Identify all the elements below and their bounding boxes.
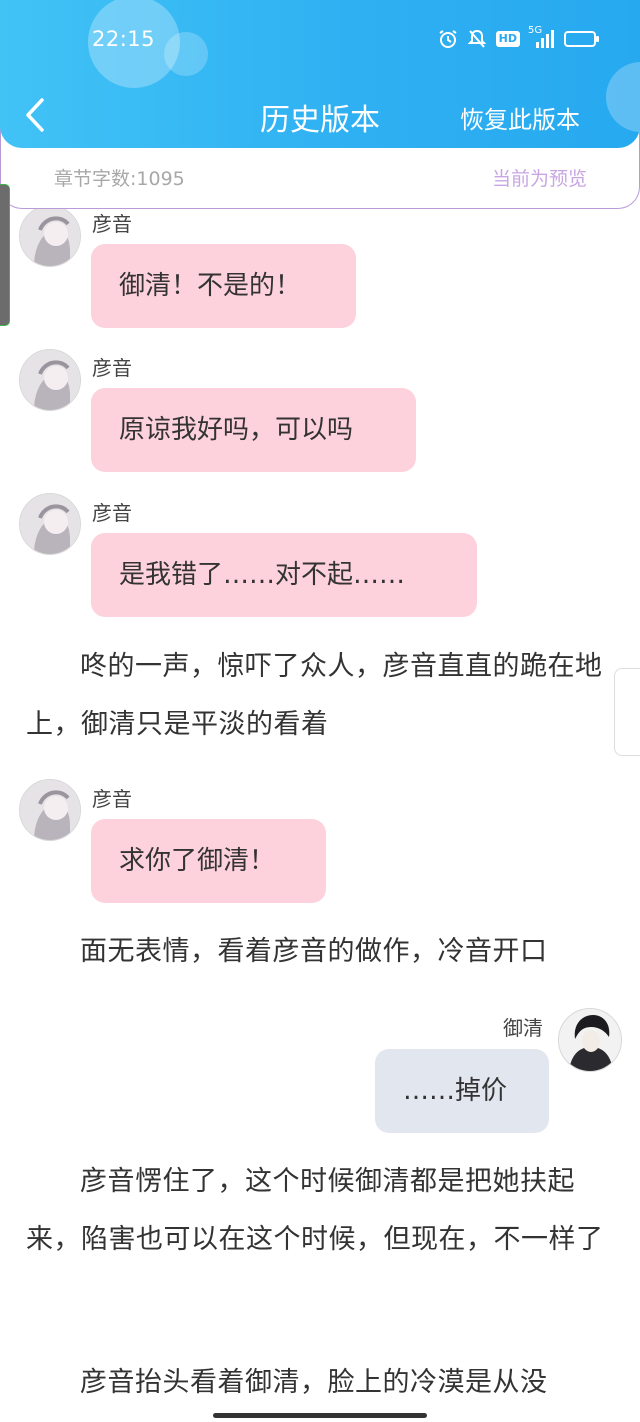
avatar-yanyin[interactable] <box>19 349 81 411</box>
avatar-yanyin[interactable] <box>19 493 81 555</box>
home-indicator[interactable] <box>213 1413 427 1418</box>
avatar-yanyin[interactable] <box>19 205 81 267</box>
chat-bubble: 原谅我好吗，可以吗 <box>91 388 416 472</box>
battery-icon <box>564 29 600 49</box>
status-icons: HD 5G <box>438 25 600 49</box>
narration-paragraph: 咚的一声，惊吓了众人，彦音直直的跪在地上，御清只是平淡的看着 <box>26 651 603 740</box>
chat-bubble: 是我错了……对不起…… <box>91 533 477 617</box>
avatar-yanyin[interactable] <box>19 779 81 841</box>
word-count: 章节字数:1095 <box>54 168 185 190</box>
speaker-name: 彦音 <box>92 356 132 380</box>
narration-paragraph: 彦音愣住了，这个时候御清都是把她扶起来，陷害也可以在这个时候，但现在，不一样了 <box>26 1166 604 1255</box>
speaker-name: 彦音 <box>92 212 132 236</box>
side-handle-right[interactable] <box>614 668 640 756</box>
signal-icon: 5G <box>528 25 554 49</box>
hd-badge: HD <box>495 31 520 47</box>
decor-bubble <box>164 32 208 76</box>
avatar-yuqing[interactable] <box>558 1008 622 1072</box>
chat-bubble: 求你了御清！ <box>91 819 326 903</box>
narration-paragraph: 面无表情，看着彦音的做作，冷音开口 <box>80 936 548 967</box>
network-type: 5G <box>528 25 543 36</box>
side-handle-left[interactable] <box>0 184 10 326</box>
status-time: 22:15 <box>92 27 156 51</box>
chat-bubble: ……掉价 <box>375 1049 549 1133</box>
header-bar: 22:15 HD 5G 历史版本 恢复此版本 <box>0 0 640 148</box>
chapter-content: 彦音 御清！不是的！ 彦音 原谅我好吗，可以吗 彦音 是我错了……对不起…… 咚… <box>0 0 640 1422</box>
chat-bubble: 御清！不是的！ <box>91 244 356 328</box>
speaker-name: 彦音 <box>92 501 132 525</box>
mute-icon <box>467 29 486 49</box>
restore-version-button[interactable]: 恢复此版本 <box>460 100 580 135</box>
alarm-icon <box>438 29 458 49</box>
speaker-name: 彦音 <box>92 787 132 811</box>
speaker-name: 御清 <box>503 1016 543 1040</box>
narration-paragraph: 彦音抬头看着御清，脸上的冷漠是从没 <box>80 1367 548 1398</box>
preview-label: 当前为预览 <box>491 168 587 190</box>
